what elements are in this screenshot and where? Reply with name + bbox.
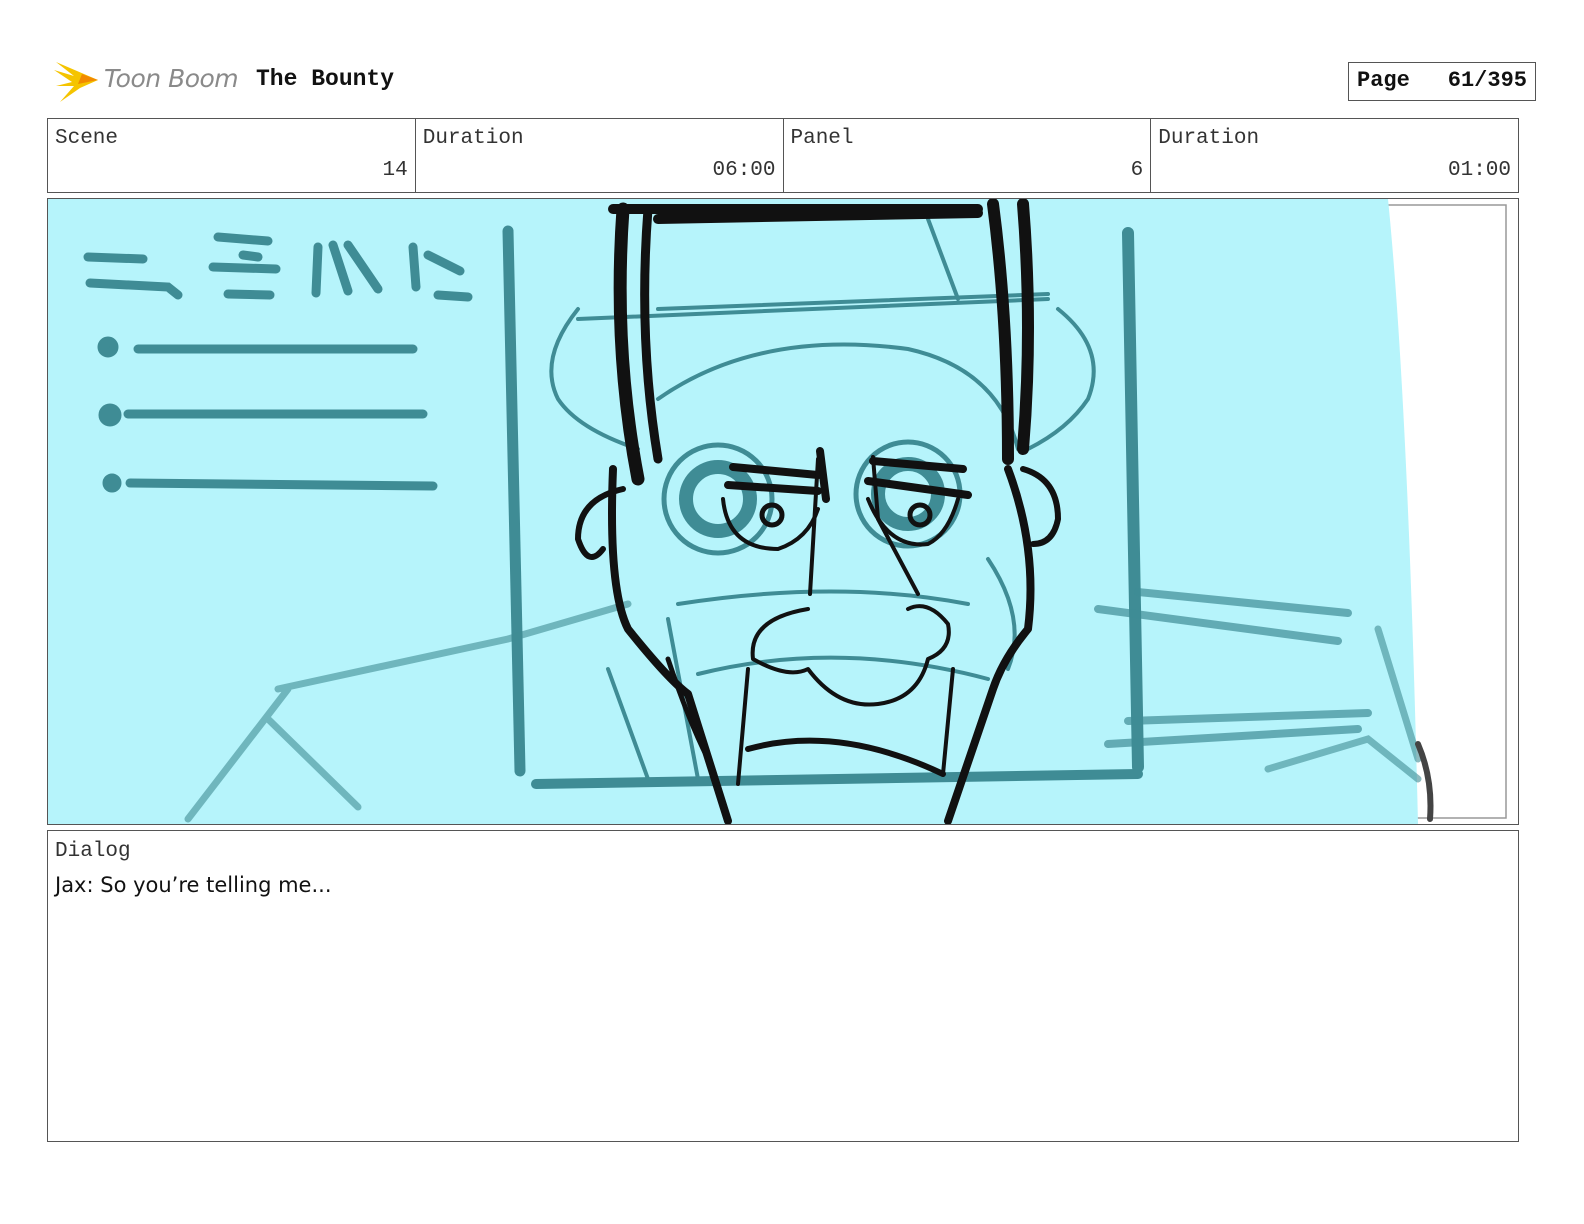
panel-info-row: Scene 14 Duration 06:00 Panel 6 Duration… (47, 118, 1519, 193)
toon-boom-logo: Toon Boom (52, 54, 242, 108)
panel-duration-value: 01:00 (1447, 159, 1511, 182)
dialog-box: Dialog Jax: So you’re telling me... (47, 830, 1519, 1142)
logo-text: Toon Boom (104, 64, 239, 93)
panel-cell: Panel 6 (784, 119, 1152, 192)
scene-cell: Scene 14 (48, 119, 416, 192)
page-label: Page (1357, 68, 1410, 93)
scene-label: Scene (55, 127, 119, 150)
panel-duration-label: Duration (1158, 127, 1260, 150)
storyboard-frame (47, 198, 1519, 825)
scene-duration-cell: Duration 06:00 (416, 119, 784, 192)
page-indicator: Page 61/395 (1348, 62, 1536, 101)
scene-duration-value: 06:00 (712, 159, 776, 182)
panel-value: 6 (1130, 159, 1144, 182)
storyboard-header: Toon Boom The Bounty Page 61/395 (52, 54, 1536, 108)
toon-boom-burst-icon (54, 62, 98, 102)
dialog-label: Dialog (55, 840, 131, 863)
panel-label: Panel (790, 127, 854, 150)
sketch-image (48, 199, 1507, 824)
project-title: The Bounty (256, 66, 395, 92)
panel-duration-cell: Duration 01:00 (1151, 119, 1518, 192)
dialog-text: Jax: So you’re telling me... (55, 873, 332, 897)
scene-duration-label: Duration (422, 127, 524, 150)
scene-value: 14 (382, 159, 408, 182)
page-number: 61/395 (1447, 68, 1527, 93)
